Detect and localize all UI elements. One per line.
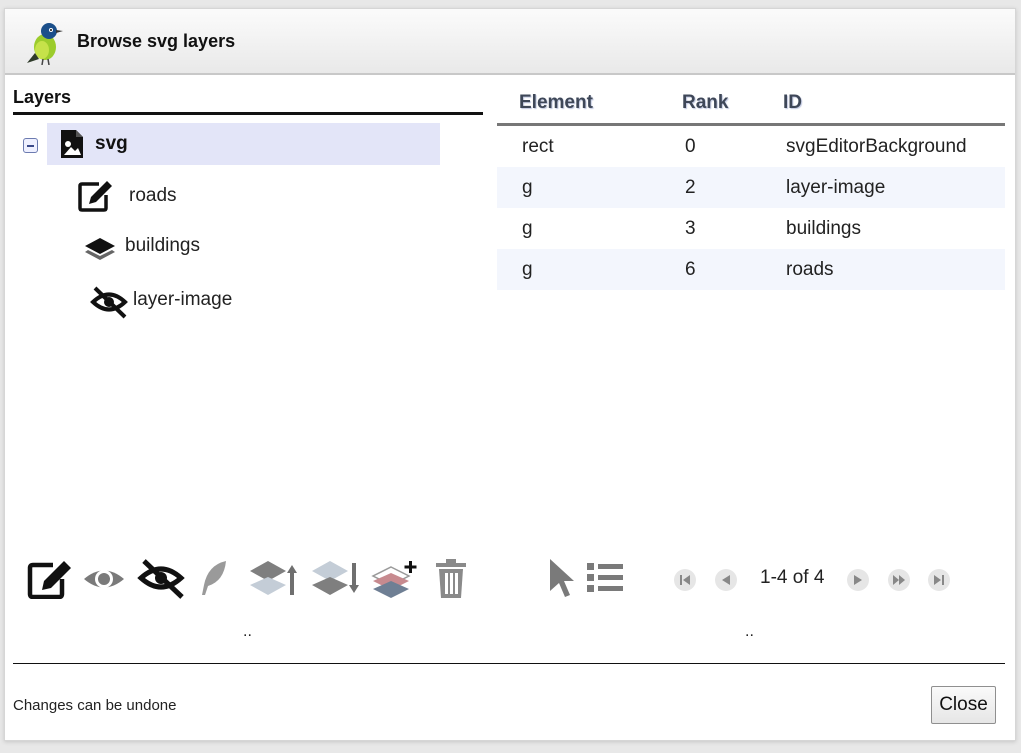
layer-up-icon[interactable] bbox=[248, 559, 298, 599]
cell-element: rect bbox=[522, 136, 554, 157]
footer-divider bbox=[13, 663, 1005, 664]
svg-file-icon bbox=[61, 130, 83, 158]
first-page-icon[interactable] bbox=[674, 569, 696, 591]
next-page-icon[interactable] bbox=[847, 569, 869, 591]
eye-slash-icon bbox=[90, 286, 128, 319]
cell-element: g bbox=[522, 177, 533, 198]
layers-divider bbox=[13, 112, 483, 115]
pager-status: 1-4 of 4 bbox=[760, 567, 825, 588]
edit-icon[interactable] bbox=[27, 559, 73, 599]
cell-rank: 0 bbox=[685, 136, 696, 157]
column-header-rank[interactable]: Rank bbox=[682, 92, 728, 114]
cell-id: roads bbox=[786, 259, 834, 280]
eye-icon[interactable] bbox=[81, 562, 127, 596]
layers-icon bbox=[85, 238, 115, 260]
cell-id: layer-image bbox=[786, 177, 886, 198]
collapse-toggle-icon[interactable] bbox=[23, 138, 38, 153]
column-header-element[interactable]: Element bbox=[519, 92, 593, 114]
edit-icon bbox=[78, 181, 112, 212]
table-header: Element Rank ID bbox=[497, 87, 1005, 126]
title-bar: Browse svg layers bbox=[5, 9, 1015, 75]
tree-root-label: svg bbox=[95, 133, 128, 154]
close-button[interactable]: Close bbox=[931, 686, 996, 724]
cell-id: buildings bbox=[786, 218, 861, 239]
table-row[interactable]: g 6 roads bbox=[497, 249, 1005, 290]
cell-rank: 3 bbox=[685, 218, 696, 239]
cell-element: g bbox=[522, 259, 533, 280]
prev-page-icon[interactable] bbox=[715, 569, 737, 591]
table-toolbar-footer: .. bbox=[745, 623, 754, 640]
trash-icon[interactable] bbox=[434, 558, 468, 600]
table-row[interactable]: g 2 layer-image bbox=[497, 167, 1005, 208]
layer-down-icon[interactable] bbox=[310, 559, 360, 599]
cell-rank: 2 bbox=[685, 177, 696, 198]
tree-node-label: layer-image bbox=[133, 289, 233, 310]
layers-heading: Layers bbox=[13, 87, 72, 107]
cell-id: svgEditorBackground bbox=[786, 136, 967, 157]
tree-node-label: buildings bbox=[125, 235, 200, 256]
browse-layers-dialog: Browse svg layers Layers svg roads build… bbox=[4, 8, 1016, 741]
last-page-icon[interactable] bbox=[928, 569, 950, 591]
tree-node-buildings[interactable]: buildings bbox=[81, 233, 281, 273]
column-header-id[interactable]: ID bbox=[783, 92, 802, 114]
layer-toolbar-footer: .. bbox=[243, 623, 252, 640]
tree-node-label: roads bbox=[129, 185, 177, 206]
pointer-icon[interactable] bbox=[547, 557, 577, 599]
cell-rank: 6 bbox=[685, 259, 696, 280]
tree-node-roads[interactable]: roads bbox=[77, 179, 277, 219]
feather-icon[interactable] bbox=[198, 559, 230, 597]
status-message: Changes can be undone bbox=[13, 697, 177, 714]
list-icon[interactable] bbox=[585, 561, 625, 595]
eye-slash-icon[interactable] bbox=[136, 557, 186, 599]
dialog-title: Browse svg layers bbox=[77, 31, 236, 51]
tree-node-layer-image[interactable]: layer-image bbox=[89, 285, 309, 325]
cell-element: g bbox=[522, 218, 533, 239]
table-row[interactable]: rect 0 svgEditorBackground bbox=[497, 126, 1005, 167]
bird-logo-icon bbox=[27, 23, 63, 65]
fast-forward-icon[interactable] bbox=[888, 569, 910, 591]
table-row[interactable]: g 3 buildings bbox=[497, 208, 1005, 249]
layer-add-icon[interactable] bbox=[371, 559, 421, 599]
